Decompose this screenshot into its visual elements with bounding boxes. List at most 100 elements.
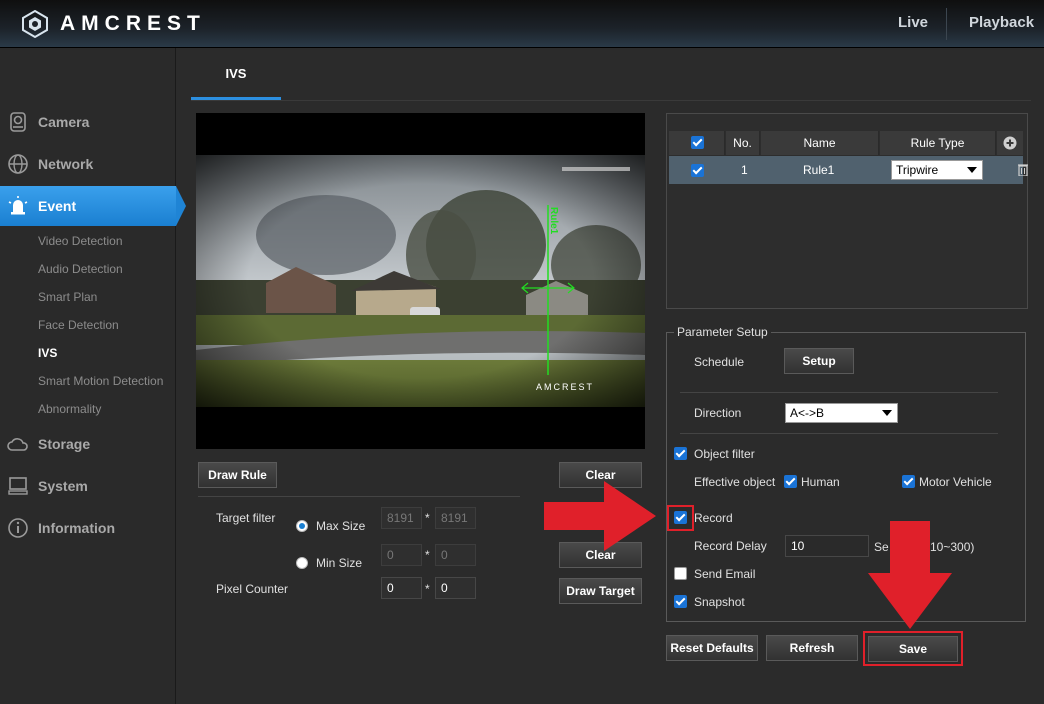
direction-select[interactable]: A<->B (785, 403, 898, 423)
pixel-height-input[interactable]: 0 (435, 577, 476, 599)
sidebar-item-label: Information (38, 520, 115, 536)
sidebar-item-system[interactable]: System (0, 466, 176, 506)
sidebar-sub-smart-plan[interactable]: Smart Plan (38, 290, 97, 304)
sidebar-item-label: Event (38, 198, 77, 214)
motor-vehicle-label: Motor Vehicle (919, 475, 992, 489)
draw-target-button[interactable]: Draw Target (559, 578, 642, 604)
save-highlight-box (863, 631, 963, 666)
sidebar-item-camera[interactable]: Camera (0, 102, 176, 142)
max-size-radio[interactable] (296, 520, 308, 532)
sidebar: Camera Network Event Video Detection Aud… (0, 48, 186, 704)
min-width-input[interactable]: 0 (381, 544, 422, 566)
min-size-label: Min Size (316, 556, 363, 570)
sidebar-sub-audio-detection[interactable]: Audio Detection (38, 262, 123, 276)
rule-name: Rule1 (803, 163, 835, 177)
col-no: No. (726, 131, 760, 155)
tab-divider (191, 100, 1031, 101)
max-size-label: Max Size (316, 519, 366, 533)
human-checkbox[interactable] (784, 475, 797, 488)
left-divider (198, 496, 520, 497)
col-name: Name (761, 131, 879, 155)
max-height-input[interactable]: 8191 (435, 507, 476, 529)
video-preview[interactable]: Rule1 AMCREST (196, 113, 645, 449)
direction-label: Direction (694, 406, 742, 420)
target-filter-label: Target filter (216, 511, 276, 525)
arrow-down-icon (868, 521, 952, 629)
sidebar-sub-video-detection[interactable]: Video Detection (38, 234, 123, 248)
param-divider (680, 433, 998, 434)
chevron-down-icon (967, 167, 977, 173)
add-rule-icon[interactable] (1003, 136, 1017, 150)
sidebar-item-label: System (38, 478, 88, 494)
draw-rule-button[interactable]: Draw Rule (198, 462, 277, 488)
schedule-label: Schedule (694, 355, 745, 369)
record-label: Record (694, 511, 733, 525)
parameter-setup-title: Parameter Setup (674, 325, 771, 339)
rule-type-select[interactable]: Tripwire (891, 160, 983, 180)
nav-live[interactable]: Live (898, 14, 928, 31)
sidebar-item-label: Camera (38, 114, 90, 130)
cloud-icon (7, 438, 28, 451)
rule-enable-checkbox[interactable] (691, 164, 704, 177)
pixel-counter-label: Pixel Counter (216, 582, 289, 596)
select-all-checkbox[interactable] (691, 136, 704, 149)
object-filter-label: Object filter (694, 447, 755, 461)
times-sign: * (425, 511, 430, 525)
sidebar-item-event[interactable]: Event (0, 186, 186, 226)
select-all-header (669, 131, 725, 155)
globe-icon (8, 154, 28, 174)
min-size-radio[interactable] (296, 557, 308, 569)
video-watermark: AMCREST (536, 382, 594, 392)
send-email-label: Send Email (694, 567, 756, 581)
reset-defaults-button[interactable]: Reset Defaults (666, 635, 758, 661)
min-height-input[interactable]: 0 (435, 544, 476, 566)
max-width-input[interactable]: 8191 (381, 507, 422, 529)
nav-playback[interactable]: Playback (969, 14, 1034, 31)
sidebar-sub-smart-motion-detection[interactable]: Smart Motion Detection (38, 374, 163, 388)
top-bar: AMCREST Live Playback (0, 0, 1044, 48)
record-delay-input[interactable]: 10 (785, 535, 869, 557)
send-email-checkbox[interactable] (674, 567, 687, 580)
camera-icon (10, 112, 26, 132)
sidebar-sub-ivs[interactable]: IVS (38, 346, 57, 360)
record-highlight-box (667, 505, 694, 531)
times-sign: * (425, 582, 430, 596)
schedule-setup-button[interactable]: Setup (784, 348, 854, 374)
record-delay-label: Record Delay (694, 539, 767, 553)
add-rule-cell (997, 131, 1023, 155)
active-pointer (176, 186, 186, 226)
sidebar-item-label: Storage (38, 436, 91, 452)
sidebar-item-storage[interactable]: Storage (0, 424, 176, 464)
rule-list: No. Name Rule Type 1 Rule1 Tripwire (666, 113, 1028, 309)
brand-logo[interactable]: AMCREST (22, 10, 206, 38)
table-row[interactable]: 1 Rule1 Tripwire (669, 156, 1028, 184)
amcrest-logo-icon (22, 10, 48, 38)
snapshot-label: Snapshot (694, 595, 745, 609)
human-label: Human (801, 475, 840, 489)
param-divider (680, 392, 998, 393)
object-filter-checkbox[interactable] (674, 447, 687, 460)
tab-ivs[interactable]: IVS (191, 48, 281, 100)
sidebar-sub-abnormality[interactable]: Abnormality (38, 402, 101, 416)
refresh-button[interactable]: Refresh (766, 635, 858, 661)
sidebar-item-network[interactable]: Network (0, 144, 176, 184)
direction-value: A<->B (790, 406, 825, 420)
sidebar-item-label: Network (38, 156, 94, 172)
chevron-down-icon (882, 410, 892, 416)
camera-feed-image: Rule1 AMCREST (196, 155, 645, 407)
monitor-icon (8, 477, 28, 495)
snapshot-checkbox[interactable] (674, 595, 687, 608)
motor-vehicle-checkbox[interactable] (902, 475, 915, 488)
sidebar-sub-face-detection[interactable]: Face Detection (38, 318, 119, 332)
effective-object-label: Effective object (694, 475, 776, 489)
trash-icon[interactable] (1018, 163, 1028, 176)
alarm-icon (8, 196, 28, 215)
rule-no: 1 (741, 163, 748, 177)
rule-overlay-label: Rule1 (548, 207, 559, 235)
arrow-right-icon (544, 481, 656, 551)
col-rule-type: Rule Type (880, 131, 996, 155)
pixel-width-input[interactable]: 0 (381, 577, 422, 599)
rule-type-value: Tripwire (896, 163, 939, 177)
times-sign: * (425, 548, 430, 562)
sidebar-item-information[interactable]: Information (0, 508, 176, 548)
